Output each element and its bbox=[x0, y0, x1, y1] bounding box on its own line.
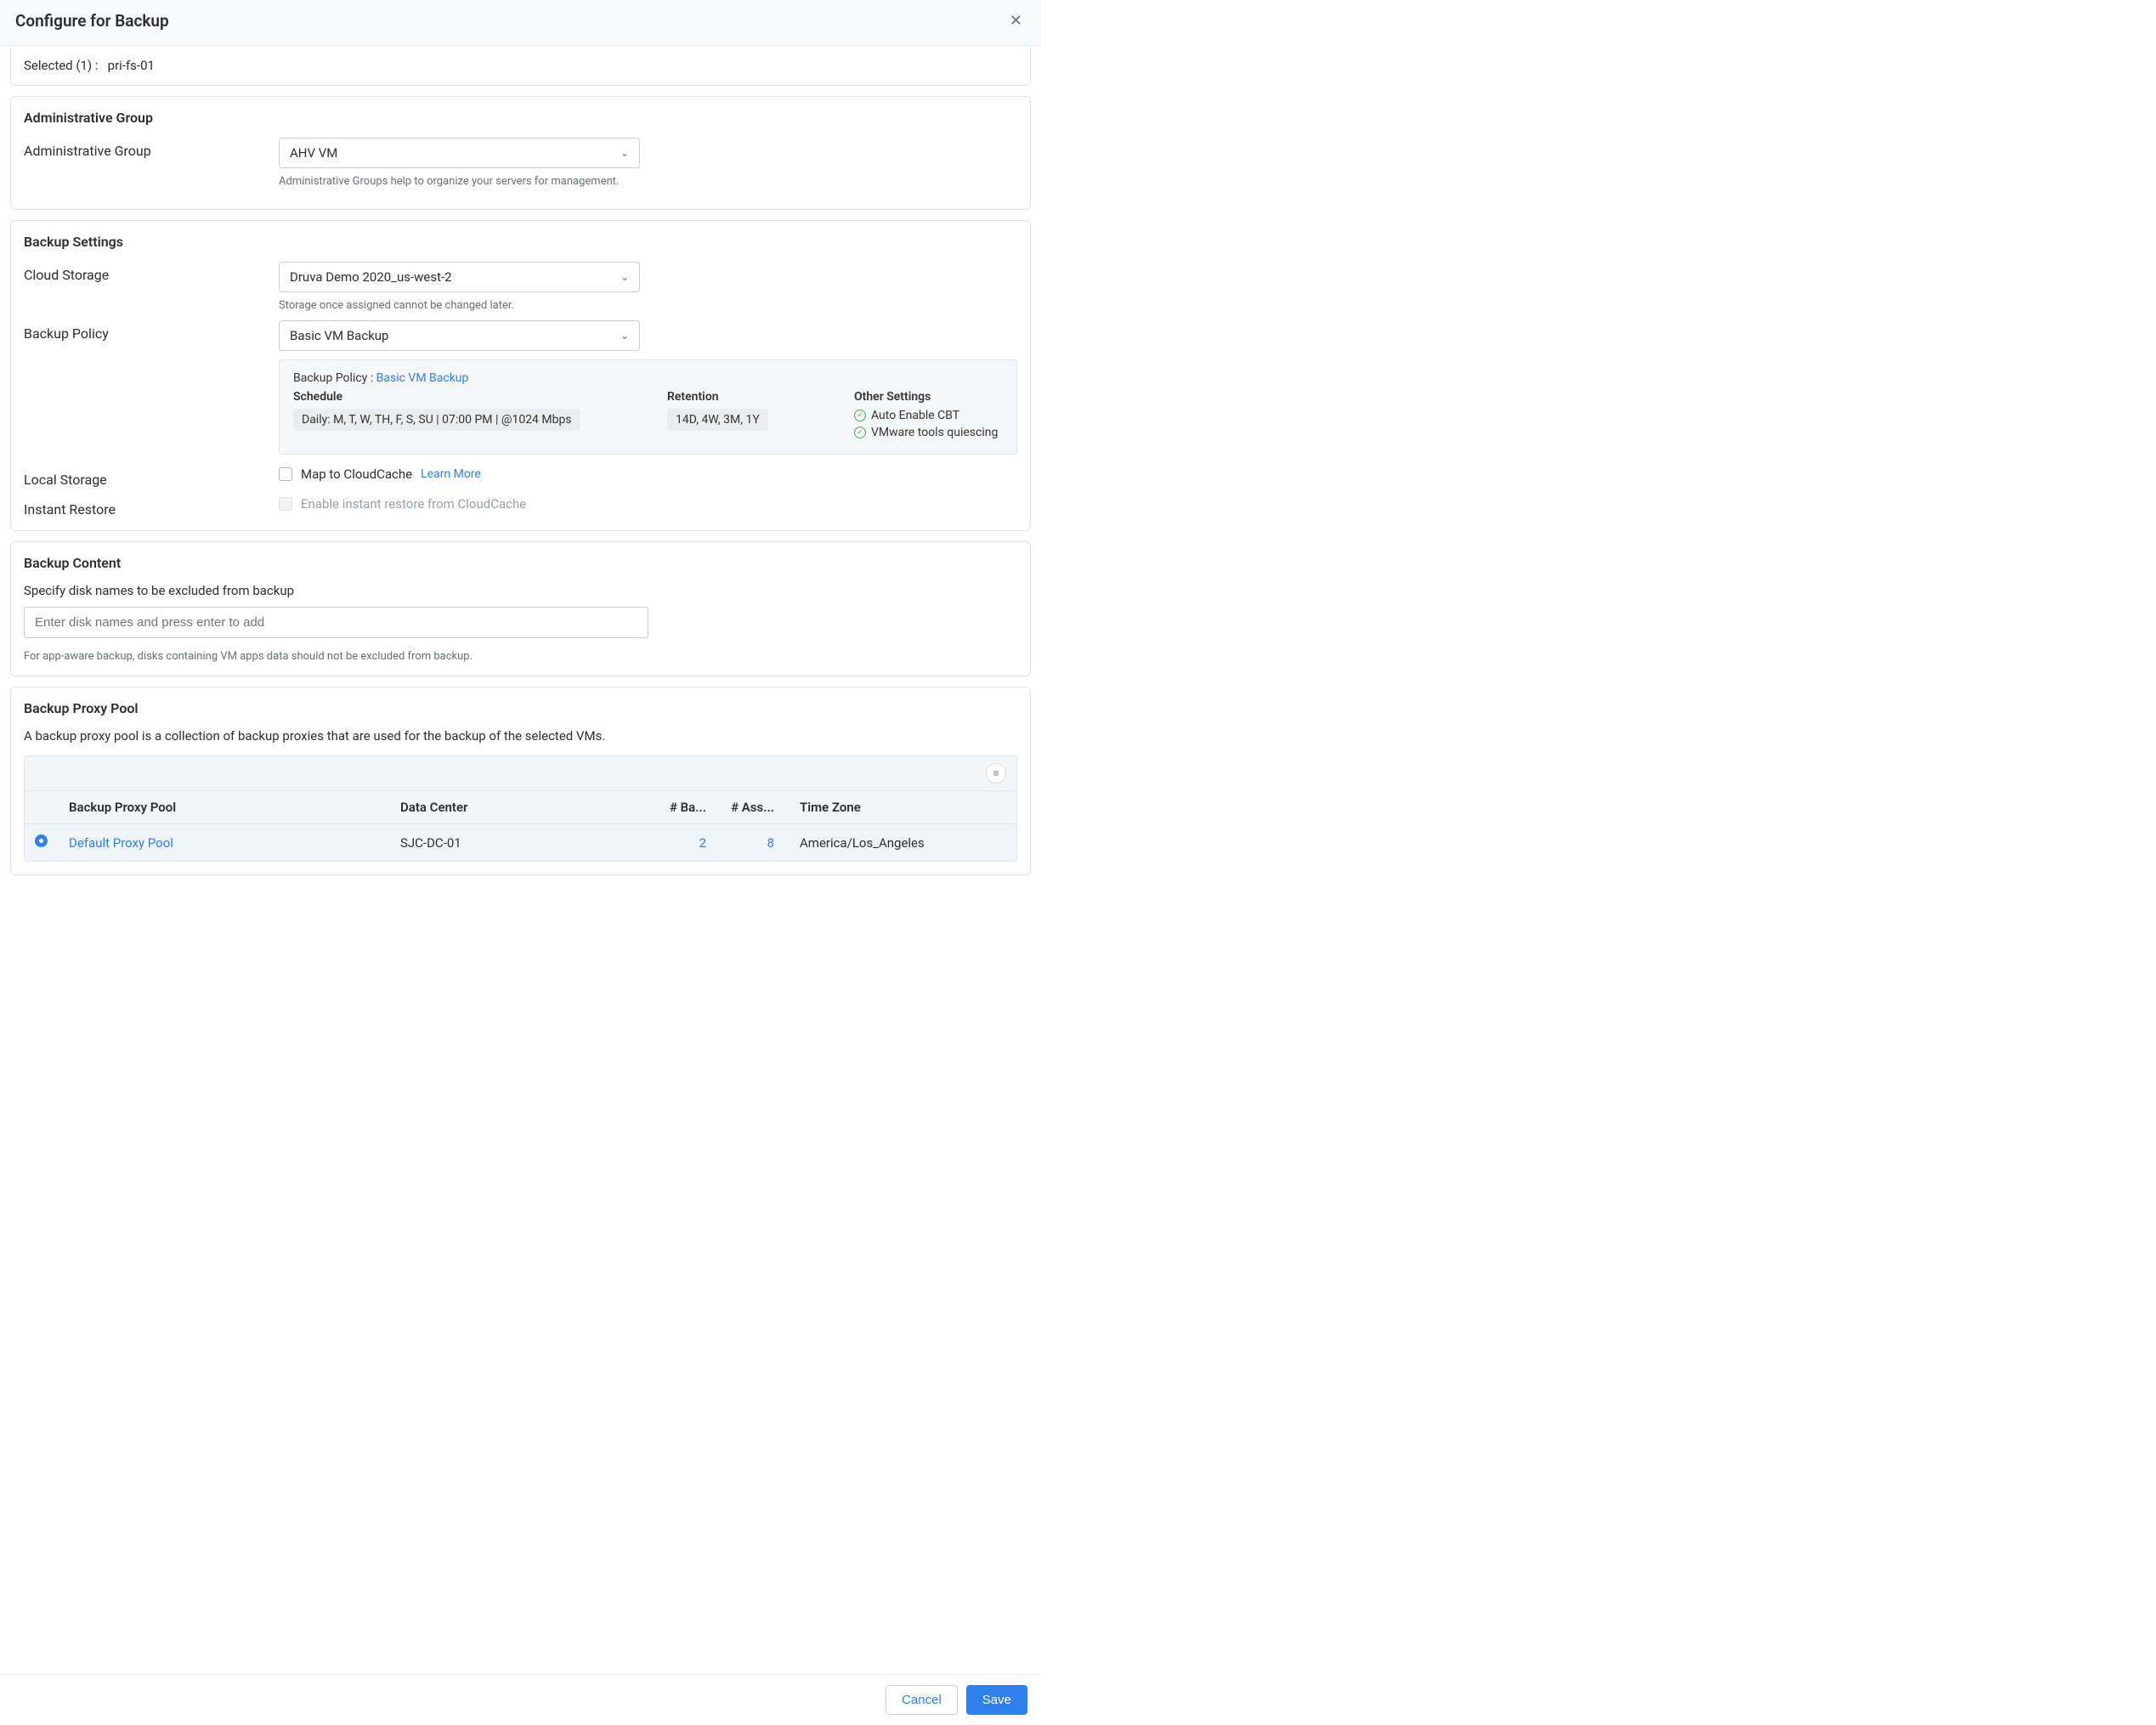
schedule-chip: Daily: M, T, W, TH, F, S, SU | 07:00 PM … bbox=[293, 409, 580, 431]
cancel-button[interactable]: Cancel bbox=[886, 1685, 958, 1715]
instant-restore-checkbox bbox=[279, 497, 292, 511]
learn-more-link[interactable]: Learn More bbox=[421, 467, 481, 481]
backup-policy-select[interactable]: Basic VM Backup ⌄ bbox=[279, 320, 640, 351]
admin-group-panel: Administrative Group Administrative Grou… bbox=[10, 96, 1031, 210]
row-ba-cell[interactable]: 2 bbox=[647, 835, 706, 851]
admin-group-title: Administrative Group bbox=[24, 110, 1017, 126]
save-button[interactable]: Save bbox=[966, 1685, 1027, 1715]
table-filter-button[interactable]: ≡ bbox=[986, 763, 1006, 783]
instant-restore-control: Enable instant restore from CloudCache bbox=[279, 496, 1017, 512]
local-storage-cblabel: Map to CloudCache bbox=[301, 467, 412, 482]
chevron-down-icon: ⌄ bbox=[620, 330, 629, 342]
cloud-storage-control: Druva Demo 2020_us-west-2 ⌄ Storage once… bbox=[279, 262, 1017, 312]
backup-settings-panel: Backup Settings Cloud Storage Druva Demo… bbox=[10, 220, 1031, 531]
admin-group-select[interactable]: AHV VM ⌄ bbox=[279, 138, 640, 168]
instant-restore-label: Instant Restore bbox=[24, 496, 279, 518]
local-storage-row: Local Storage Map to CloudCache Learn Mo… bbox=[24, 467, 1017, 488]
col-tz-header[interactable]: Time Zone bbox=[774, 800, 1006, 815]
instant-restore-cblabel: Enable instant restore from CloudCache bbox=[301, 496, 526, 512]
dialog-header: Configure for Backup ✕ bbox=[0, 0, 1041, 46]
table-header: Backup Proxy Pool Data Center # Ba... # … bbox=[25, 791, 1016, 824]
selected-panel: Selected (1) : pri-fs-01 bbox=[10, 46, 1031, 86]
admin-group-control: AHV VM ⌄ Administrative Groups help to o… bbox=[279, 138, 1017, 188]
policy-schedule-col: Schedule Daily: M, T, W, TH, F, S, SU | … bbox=[293, 390, 650, 443]
proxy-pool-desc: A backup proxy pool is a collection of b… bbox=[24, 728, 1017, 744]
policy-other-col: Other Settings Auto Enable CBT VMware to… bbox=[854, 390, 1003, 443]
policy-box-top: Backup Policy : Basic VM Backup bbox=[293, 371, 1003, 385]
backup-policy-value: Basic VM Backup bbox=[290, 328, 388, 343]
backup-content-helper: For app-aware backup, disks containing V… bbox=[24, 650, 1017, 663]
schedule-title: Schedule bbox=[293, 390, 650, 404]
table-row[interactable]: Default Proxy Pool SJC-DC-01 2 8 America… bbox=[25, 824, 1016, 861]
chevron-down-icon: ⌄ bbox=[620, 147, 629, 159]
backup-policy-box: Backup Policy : Basic VM Backup Schedule… bbox=[279, 359, 1017, 455]
proxy-pool-link[interactable]: Default Proxy Pool bbox=[69, 835, 173, 851]
proxy-pool-title: Backup Proxy Pool bbox=[24, 700, 1017, 716]
admin-group-select-value: AHV VM bbox=[290, 145, 337, 161]
admin-group-row: Administrative Group AHV VM ⌄ Administra… bbox=[24, 138, 1017, 188]
check-circle-icon bbox=[854, 427, 866, 438]
disk-names-input[interactable] bbox=[24, 607, 648, 638]
retention-chip: 14D, 4W, 3M, 1Y bbox=[667, 409, 768, 431]
policy-box-cols: Schedule Daily: M, T, W, TH, F, S, SU | … bbox=[293, 390, 1003, 443]
backup-policy-label: Backup Policy bbox=[24, 320, 279, 342]
col-dc-header[interactable]: Data Center bbox=[400, 800, 647, 815]
other-setting-1: Auto Enable CBT bbox=[854, 409, 1003, 422]
policy-box-link[interactable]: Basic VM Backup bbox=[376, 371, 469, 385]
backup-settings-title: Backup Settings bbox=[24, 234, 1017, 250]
policy-box-label: Backup Policy : bbox=[293, 371, 373, 385]
row-tz-cell: America/Los_Angeles bbox=[774, 835, 1006, 851]
backup-policy-row: Backup Policy Basic VM Backup ⌄ Backup P… bbox=[24, 320, 1017, 455]
col-name-header[interactable]: Backup Proxy Pool bbox=[69, 800, 400, 815]
backup-content-title: Backup Content bbox=[24, 555, 1017, 571]
selected-label: Selected (1) : bbox=[24, 58, 99, 73]
col-ba-header[interactable]: # Ba... bbox=[647, 800, 706, 815]
dialog-footer: Cancel Save bbox=[0, 1674, 1041, 1725]
cloud-storage-label: Cloud Storage bbox=[24, 262, 279, 283]
close-icon: ✕ bbox=[1010, 12, 1022, 29]
proxy-pool-panel: Backup Proxy Pool A backup proxy pool is… bbox=[10, 687, 1031, 875]
cloud-storage-row: Cloud Storage Druva Demo 2020_us-west-2 … bbox=[24, 262, 1017, 312]
other-1-text: Auto Enable CBT bbox=[871, 409, 959, 422]
col-ass-header[interactable]: # Ass... bbox=[706, 800, 774, 815]
dialog-content: Selected (1) : pri-fs-01 Administrative … bbox=[0, 46, 1041, 953]
table-toolbar: ≡ bbox=[25, 756, 1016, 791]
local-storage-checkbox[interactable] bbox=[279, 467, 292, 481]
backup-content-panel: Backup Content Specify disk names to be … bbox=[10, 541, 1031, 676]
col-radio-header bbox=[35, 800, 69, 815]
other-2-text: VMware tools quiescing bbox=[871, 426, 998, 439]
cloud-storage-helper: Storage once assigned cannot be changed … bbox=[279, 299, 1017, 312]
cloud-storage-select[interactable]: Druva Demo 2020_us-west-2 ⌄ bbox=[279, 262, 640, 292]
instant-restore-row: Instant Restore Enable instant restore f… bbox=[24, 496, 1017, 518]
admin-group-helper: Administrative Groups help to organize y… bbox=[279, 175, 1017, 188]
selected-row: Selected (1) : pri-fs-01 bbox=[11, 46, 1030, 85]
local-storage-label: Local Storage bbox=[24, 467, 279, 488]
selected-value: pri-fs-01 bbox=[108, 58, 155, 73]
close-button[interactable]: ✕ bbox=[1006, 8, 1026, 33]
chevron-down-icon: ⌄ bbox=[620, 271, 629, 283]
proxy-pool-table: ≡ Backup Proxy Pool Data Center # Ba... … bbox=[24, 755, 1017, 862]
row-radio-cell bbox=[35, 834, 69, 851]
other-setting-2: VMware tools quiescing bbox=[854, 426, 1003, 439]
row-radio[interactable] bbox=[35, 834, 48, 847]
row-dc-cell: SJC-DC-01 bbox=[400, 835, 647, 851]
backup-content-desc: Specify disk names to be excluded from b… bbox=[24, 583, 1017, 598]
cloud-storage-value: Druva Demo 2020_us-west-2 bbox=[290, 269, 452, 285]
backup-policy-control: Basic VM Backup ⌄ Backup Policy : Basic … bbox=[279, 320, 1017, 455]
row-name-cell: Default Proxy Pool bbox=[69, 835, 400, 851]
admin-group-label: Administrative Group bbox=[24, 138, 279, 159]
dialog-title: Configure for Backup bbox=[15, 11, 169, 31]
policy-retention-col: Retention 14D, 4W, 3M, 1Y bbox=[667, 390, 837, 443]
local-storage-control: Map to CloudCache Learn More bbox=[279, 467, 1017, 482]
sliders-icon: ≡ bbox=[993, 767, 999, 779]
check-circle-icon bbox=[854, 410, 866, 421]
other-title: Other Settings bbox=[854, 390, 1003, 404]
retention-title: Retention bbox=[667, 390, 837, 404]
row-ass-cell[interactable]: 8 bbox=[706, 835, 774, 851]
